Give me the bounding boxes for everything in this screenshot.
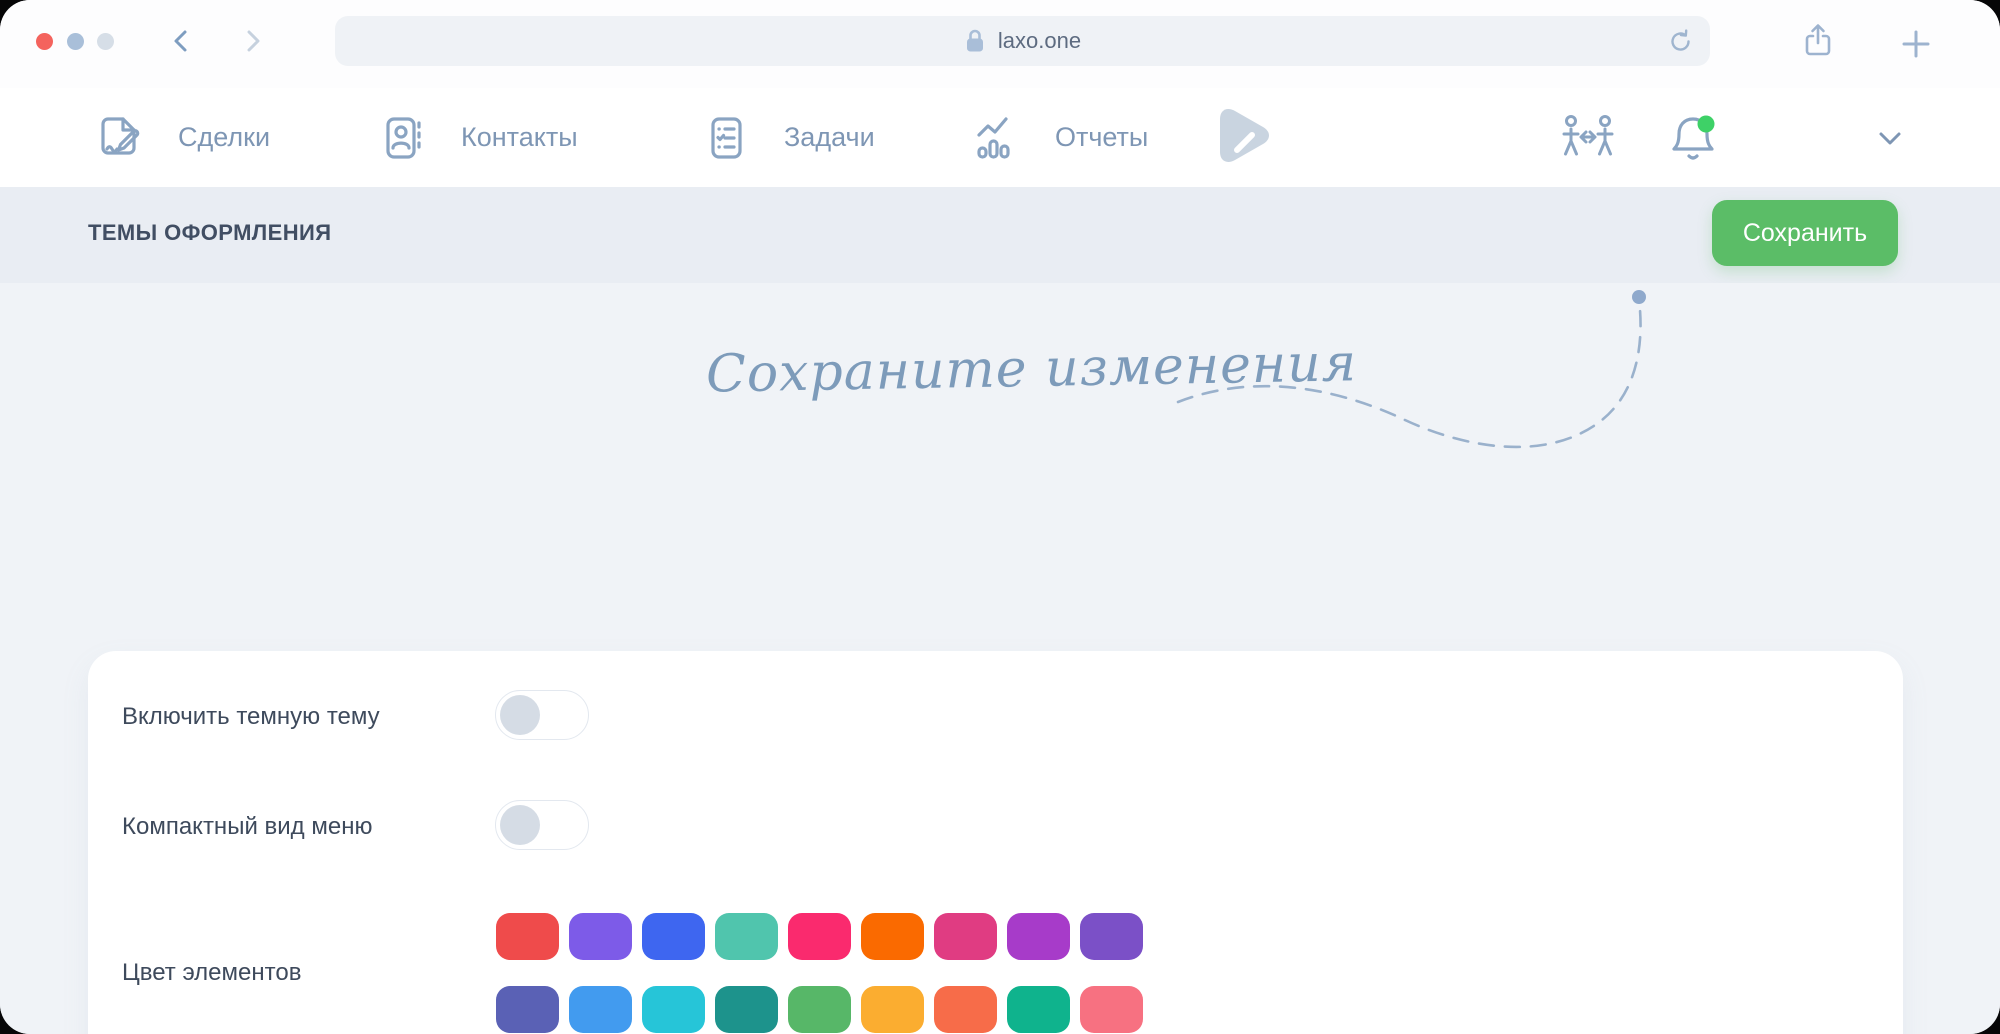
profile-menu-button[interactable]: [1876, 88, 1904, 187]
dark-theme-label: Включить темную тему: [122, 703, 380, 730]
address-bar[interactable]: laxo.one: [335, 16, 1710, 66]
forward-button[interactable]: [238, 27, 266, 55]
color-swatch[interactable]: [934, 913, 997, 960]
toggle-knob: [500, 804, 540, 845]
save-button[interactable]: Сохранить: [1712, 200, 1898, 266]
notification-dot: [1697, 115, 1715, 132]
color-swatch[interactable]: [569, 986, 632, 1033]
theme-settings-card: Включить темную тему Компактный вид меню…: [88, 651, 1903, 1034]
close-window-button[interactable]: [36, 33, 53, 50]
transfer-users-button[interactable]: [1556, 88, 1620, 187]
people-transfer-icon: [1562, 114, 1614, 155]
nav-label-tasks: Задачи: [784, 122, 875, 152]
swatch-row-bottom: [496, 986, 1143, 1033]
element-colors-label: Цвет элементов: [122, 959, 302, 986]
swatch-row-top: [496, 913, 1143, 960]
toggle-knob: [500, 694, 540, 735]
nav-item-deals[interactable]: Сделки: [92, 88, 270, 187]
nav-item-reports[interactable]: Отчеты: [969, 88, 1148, 187]
nav-item-tasks[interactable]: Задачи: [698, 88, 875, 187]
chart-icon: [977, 116, 1010, 159]
color-swatch-grid: [496, 913, 1143, 1033]
maximize-window-button[interactable]: [97, 33, 114, 50]
color-swatch[interactable]: [496, 913, 559, 960]
nav-item-contacts[interactable]: Контакты: [375, 88, 578, 187]
play-logo-icon[interactable]: [1204, 102, 1276, 174]
browser-toolbar: laxo.one: [0, 0, 2000, 88]
share-icon[interactable]: [1802, 23, 1834, 59]
color-swatch[interactable]: [496, 986, 559, 1033]
nav-label-deals: Сделки: [178, 122, 271, 152]
dark-theme-toggle[interactable]: [495, 690, 589, 740]
main-content: Сохраните изменения Включить темную тему…: [0, 283, 2000, 1034]
url-text: laxo.one: [997, 28, 1082, 53]
color-swatch[interactable]: [715, 986, 778, 1033]
color-swatch[interactable]: [1080, 986, 1143, 1033]
save-hint-text: Сохраните изменения: [705, 333, 1358, 405]
color-swatch[interactable]: [715, 913, 778, 960]
minimize-window-button[interactable]: [67, 33, 84, 50]
deals-document-pen-icon: [101, 116, 140, 155]
color-swatch[interactable]: [569, 913, 632, 960]
curve-dot: [1632, 290, 1646, 304]
color-swatch[interactable]: [788, 913, 851, 960]
color-swatch[interactable]: [642, 913, 705, 960]
color-swatch[interactable]: [1007, 986, 1070, 1033]
color-swatch[interactable]: [1080, 913, 1143, 960]
back-button[interactable]: [168, 27, 196, 55]
compact-menu-label: Компактный вид меню: [122, 813, 373, 840]
notifications-button[interactable]: [1664, 88, 1724, 187]
new-tab-icon[interactable]: [1900, 26, 1932, 62]
reload-icon[interactable]: [1667, 28, 1694, 55]
color-swatch[interactable]: [934, 986, 997, 1033]
page-header: ТЕМЫ ОФОРМЛЕНИЯ Сохранить: [0, 187, 2000, 283]
color-swatch[interactable]: [642, 986, 705, 1033]
nav-label-reports: Отчеты: [1055, 122, 1149, 152]
color-swatch[interactable]: [861, 986, 924, 1033]
color-swatch[interactable]: [861, 913, 924, 960]
lock-icon: [966, 29, 983, 52]
app-navbar: Сделки Контакты Задачи Отчеты: [0, 88, 2000, 264]
compact-menu-toggle[interactable]: [495, 800, 589, 850]
notification-bell-icon: [1672, 115, 1715, 160]
color-swatch[interactable]: [1007, 913, 1070, 960]
color-swatch[interactable]: [788, 986, 851, 1033]
chevron-down-icon: [1879, 132, 1901, 144]
page-title: ТЕМЫ ОФОРМЛЕНИЯ: [88, 220, 332, 245]
task-list-icon: [711, 116, 742, 159]
contact-card-icon: [386, 116, 421, 159]
nav-label-contacts: Контакты: [461, 122, 578, 152]
browser-window: laxo.one Сделки Контакты Задачи Отчеты Т…: [0, 0, 2000, 1034]
